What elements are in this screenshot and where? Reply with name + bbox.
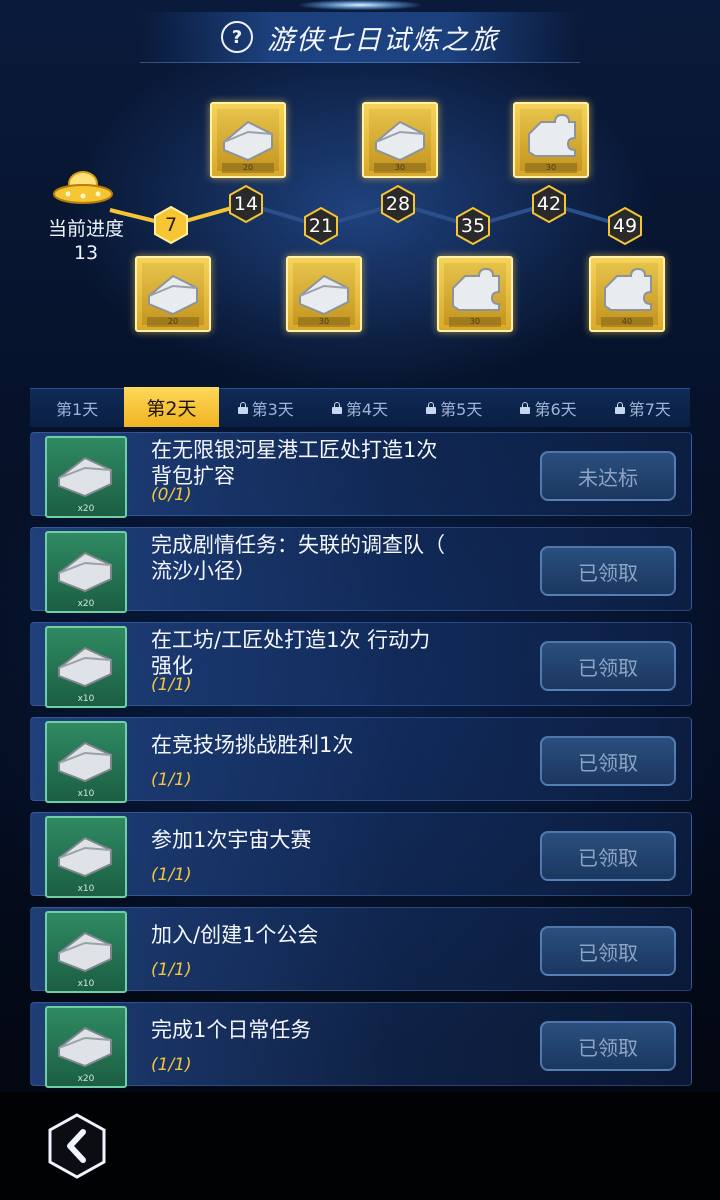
milestone-node-7: 7 — [151, 205, 191, 245]
chest-icon — [58, 456, 112, 498]
milestone-node-14: 14 — [226, 184, 266, 224]
milestone-node-21: 21 — [301, 206, 341, 246]
lock-icon — [426, 402, 437, 414]
progress-track: 当前进度 13 7 14 21 28 35 42 49 20 20 30 30 … — [0, 90, 720, 350]
chest-icon — [299, 274, 349, 316]
task-status-button[interactable]: 已领取 — [540, 1021, 676, 1071]
task-reward-icon: x20 — [45, 531, 127, 613]
milestone-reward-42[interactable]: 30 — [513, 102, 589, 178]
back-button[interactable] — [46, 1112, 108, 1180]
task-row: x10 在竞技场挑战胜利1次 (1/1) 已领取 — [30, 717, 692, 803]
lock-icon — [614, 402, 625, 414]
puzzle-icon — [604, 267, 652, 311]
chest-icon — [58, 741, 112, 783]
task-title: 完成剧情任务：失联的调查队（ 流沙小径） — [151, 533, 445, 583]
chest-icon — [148, 274, 198, 316]
task-title: 加入/创建1个公会 — [151, 923, 319, 947]
puzzle-icon — [452, 267, 500, 311]
milestone-node-35: 35 — [453, 206, 493, 246]
lock-icon — [331, 402, 342, 414]
task-row: x10 在工坊/工匠处打造1次 行动力 强化 (1/1) 已领取 — [30, 622, 692, 708]
task-title: 在竞技场挑战胜利1次 — [151, 733, 354, 757]
task-title: 完成1个日常任务 — [151, 1018, 312, 1042]
chevron-left-icon — [48, 1113, 106, 1179]
milestone-reward-35[interactable]: 30 — [437, 256, 513, 332]
task-status-button[interactable]: 已领取 — [540, 926, 676, 976]
task-row: x20 完成1个日常任务 (1/1) 已领取 — [30, 1002, 692, 1088]
task-progress: (1/1) — [151, 770, 192, 790]
task-reward-icon: x10 — [45, 816, 127, 898]
milestone-node-42: 42 — [529, 184, 569, 224]
title-glow — [300, 0, 420, 10]
tab-day-6[interactable]: 第6天 — [501, 389, 595, 427]
task-reward-icon: x10 — [45, 721, 127, 803]
task-row: x20 完成剧情任务：失联的调查队（ 流沙小径） 已领取 — [30, 527, 692, 613]
task-status-button[interactable]: 已领取 — [540, 546, 676, 596]
milestone-node-49: 49 — [605, 206, 645, 246]
title-bar: ? 游侠七日试炼之旅 — [140, 12, 580, 63]
tab-day-1[interactable]: 第1天 — [30, 389, 124, 427]
task-status-button[interactable]: 已领取 — [540, 736, 676, 786]
task-title: 在无限银河星港工匠处打造1次 背包扩容 — [151, 438, 438, 488]
task-reward-icon: x20 — [45, 436, 127, 518]
chest-icon — [58, 836, 112, 878]
milestone-node-28: 28 — [378, 184, 418, 224]
task-progress: (1/1) — [151, 865, 192, 885]
task-title: 在工坊/工匠处打造1次 行动力 强化 — [151, 628, 431, 678]
task-row: x10 加入/创建1个公会 (1/1) 已领取 — [30, 907, 692, 993]
task-row: x20 在无限银河星港工匠处打造1次 背包扩容 (0/1) 未达标 — [30, 432, 692, 518]
tab-day-2[interactable]: 第2天 — [124, 387, 219, 427]
milestone-reward-28[interactable]: 30 — [362, 102, 438, 178]
task-status-button[interactable]: 未达标 — [540, 451, 676, 501]
page-title: 游侠七日试炼之旅 — [267, 24, 499, 56]
task-progress: (0/1) — [151, 485, 192, 505]
chest-icon — [223, 120, 273, 162]
task-progress: (1/1) — [151, 960, 192, 980]
milestone-reward-7[interactable]: 20 — [135, 256, 211, 332]
tab-day-3[interactable]: 第3天 — [219, 389, 313, 427]
lock-icon — [237, 402, 248, 414]
bottom-bar — [0, 1092, 720, 1200]
lock-icon — [520, 402, 531, 414]
task-row: x10 参加1次宇宙大赛 (1/1) 已领取 — [30, 812, 692, 898]
current-progress-label: 当前进度 — [47, 218, 124, 240]
puzzle-icon — [528, 113, 576, 157]
task-status-button[interactable]: 已领取 — [540, 831, 676, 881]
chest-icon — [58, 931, 112, 973]
task-reward-icon: x20 — [45, 1006, 127, 1088]
tab-day-4[interactable]: 第4天 — [313, 389, 407, 427]
milestone-reward-14[interactable]: 20 — [210, 102, 286, 178]
ufo-icon — [52, 170, 114, 210]
task-reward-icon: x10 — [45, 911, 127, 993]
task-reward-icon: x10 — [45, 626, 127, 708]
milestone-reward-21[interactable]: 30 — [286, 256, 362, 332]
chest-icon — [58, 646, 112, 688]
chest-icon — [375, 120, 425, 162]
milestone-reward-49[interactable]: 40 — [589, 256, 665, 332]
day-tabs: 第1天 第2天 第3天 第4天 第5天 第6天 第7天 — [30, 387, 690, 427]
task-progress: (1/1) — [151, 675, 192, 695]
tab-day-7[interactable]: 第7天 — [596, 389, 690, 427]
current-progress-value: 13 — [73, 242, 99, 264]
task-title: 参加1次宇宙大赛 — [151, 828, 312, 852]
chest-icon — [58, 1026, 112, 1068]
question-icon[interactable]: ? — [221, 21, 253, 53]
chest-icon — [58, 551, 112, 593]
task-progress: (1/1) — [151, 1055, 192, 1075]
task-status-button[interactable]: 已领取 — [540, 641, 676, 691]
tab-day-5[interactable]: 第5天 — [407, 389, 501, 427]
